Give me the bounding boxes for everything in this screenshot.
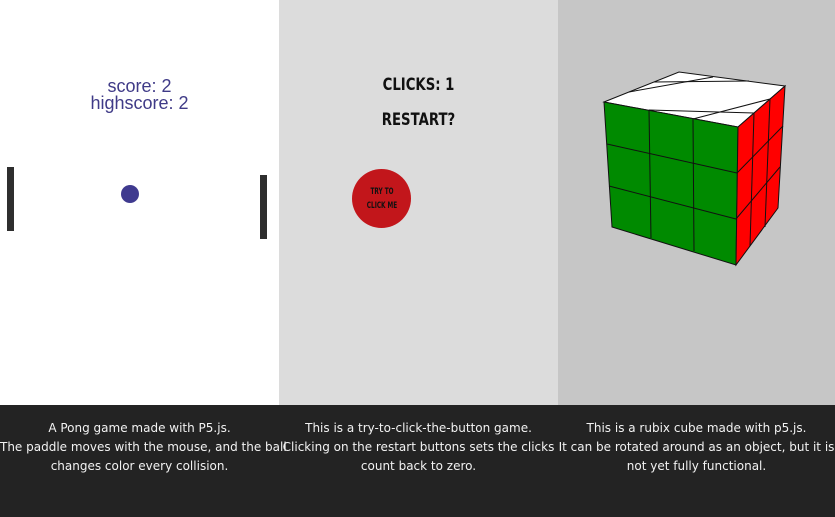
rubik-cube-canvas[interactable]	[558, 0, 835, 405]
rubik-cube[interactable]	[558, 0, 835, 405]
right-paddle	[260, 175, 267, 239]
try-to-click-line1: TRY TO	[369, 186, 394, 197]
restart-button[interactable]: RESTART?	[310, 110, 528, 130]
try-to-click-line2: CLICK ME	[366, 200, 397, 211]
pong-canvas[interactable]: score: 2 highscore: 2	[0, 0, 279, 405]
try-to-click-button[interactable]: TRY TO CLICK ME	[352, 169, 411, 228]
footer: A Pong game made with P5.js. The paddle …	[0, 405, 835, 517]
cube-description: This is a rubix cube made with p5.js. It…	[558, 421, 835, 473]
clicker-description: This is a try-to-click-the-button game. …	[282, 421, 555, 473]
left-paddle	[7, 167, 14, 231]
clicks-counter: CLICKS: 1	[382, 75, 455, 95]
highscore-text: highscore: 2	[90, 93, 189, 113]
pong-ball	[121, 185, 139, 203]
cube-front-face	[603, 101, 739, 266]
click-game-canvas: CLICKS: 1 RESTART? TRY TO CLICK ME	[279, 0, 558, 405]
pong-description: A Pong game made with P5.js. The paddle …	[0, 421, 287, 473]
